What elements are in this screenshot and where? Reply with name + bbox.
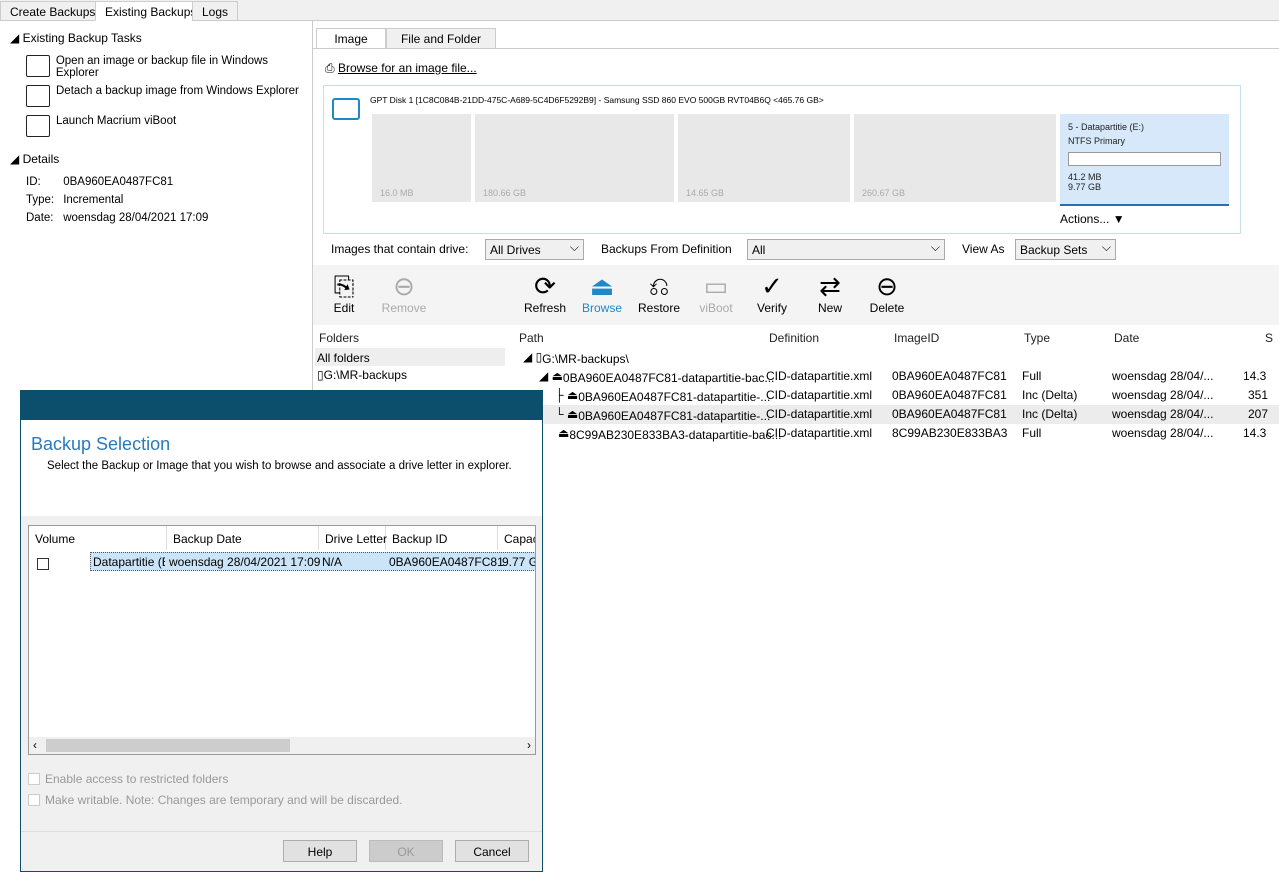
delete-icon: ⊖ (876, 271, 898, 301)
folder-mr-backups[interactable]: ▯G:\MR-backups (317, 368, 407, 382)
task-label: Detach a backup image from Windows Explo… (56, 85, 299, 97)
tree-root[interactable]: ◢ ▯ G:\MR-backups\ (515, 348, 1279, 367)
edit-button[interactable]: ⎘ Edit (316, 271, 372, 315)
backup-row[interactable]: Datapartitie (E:) woensdag 28/04/2021 17… (90, 552, 535, 571)
col-date[interactable]: Date (1114, 331, 1139, 345)
refresh-icon: ⟳ (534, 271, 556, 301)
backup-list: Volume Backup Date Drive Letter Backup I… (28, 525, 536, 755)
task-launch-viboot[interactable]: Launch Macrium viBoot (26, 115, 176, 137)
refresh-button[interactable]: ⟳ Refresh (517, 271, 573, 315)
restore-button[interactable]: ⎌ Restore (631, 271, 687, 315)
tasks-section[interactable]: ◢ Existing Backup Tasks (10, 31, 142, 45)
col-size[interactable]: S (1265, 331, 1273, 345)
actions-menu[interactable]: Actions... ▼ (1060, 212, 1125, 226)
details-section[interactable]: ◢ Details (10, 152, 59, 166)
make-writable-checkbox[interactable]: Make writable. Note: Changes are tempora… (28, 793, 403, 807)
col-imageid[interactable]: ImageID (894, 331, 939, 345)
browse-icon: ⏏ (589, 271, 615, 301)
dialog-title: Backup Selection (31, 434, 171, 454)
col-drive-letter[interactable]: Drive Letter (319, 526, 387, 550)
table-row[interactable]: ⏏ 8C99AB230E833BA3-datapartitie-bac... CID… (515, 424, 1279, 443)
view-as-label: View As (962, 242, 1005, 256)
viboot-button[interactable]: ▭ viBoot (688, 271, 744, 315)
tab-existing-backups[interactable]: Existing Backups (95, 1, 207, 21)
partition-selected[interactable]: 5 - Datapartitie (E:) NTFS Primary 41.2 … (1060, 114, 1229, 206)
disk-map: GPT Disk 1 [1C8C084B-21DD-475C-A689-5C4D… (323, 85, 1241, 234)
restricted-folders-checkbox[interactable]: Enable access to restricted folders (28, 772, 228, 786)
dialog-subtitle: Select the Backup or Image that you wish… (47, 460, 512, 472)
view-as-select[interactable]: Backup Sets (1015, 239, 1116, 260)
monitor-icon (26, 115, 50, 137)
disk-icon (332, 98, 360, 120)
usage-bar (1068, 152, 1221, 166)
help-button[interactable]: Help (283, 840, 357, 862)
verify-button[interactable]: ✓ Verify (744, 271, 800, 315)
top-tabs: Create Backups Existing Backups Logs (0, 0, 1279, 21)
new-button[interactable]: ⇄ New (802, 271, 858, 315)
remove-button[interactable]: ⊖ Remove (376, 271, 432, 315)
task-open-image[interactable]: Open an image or backup file in Windows … (26, 55, 312, 79)
task-detach-image[interactable]: Detach a backup image from Windows Explo… (26, 85, 299, 107)
remove-icon: ⊖ (393, 271, 415, 301)
details-title: Details (22, 152, 60, 166)
new-icon: ⇄ (819, 271, 841, 301)
drive-filter-select[interactable]: All Drives (485, 239, 584, 260)
drive-detach-icon (26, 85, 50, 107)
ok-button[interactable]: OK (369, 840, 443, 862)
table-row-selected[interactable]: └ ⏏ 0BA960EA0487FC81-datapartitie-... CID-… (515, 405, 1279, 424)
horizontal-scrollbar[interactable]: ‹ › (29, 737, 535, 754)
scrollbar-thumb[interactable] (46, 739, 290, 752)
tab-create-backups[interactable]: Create Backups (0, 1, 106, 21)
volume-checkbox[interactable] (37, 558, 49, 573)
backup-selection-dialog: Backup Selection Select the Backup or Im… (20, 390, 543, 872)
browse-button[interactable]: ⏏ Browse (574, 271, 630, 315)
toolbar: ⎘ Edit ⊖ Remove ⟳ Refresh ⏏ Browse ⎌ Restore … (313, 265, 1279, 325)
dialog-titlebar[interactable] (21, 391, 542, 420)
col-type[interactable]: Type (1024, 331, 1050, 345)
table-row[interactable]: ◢ ⏏ 0BA960EA0487FC81-datapartitie-bac... C… (515, 367, 1279, 386)
partition-4[interactable]: 260.67 GB (854, 114, 1056, 202)
col-path[interactable]: Path (519, 331, 544, 345)
detail-type: Type: Incremental (26, 194, 124, 206)
col-backup-id[interactable]: Backup ID (386, 526, 498, 550)
col-folders[interactable]: Folders (319, 331, 359, 345)
definition-filter-select[interactable]: All (747, 239, 945, 260)
table-row[interactable]: ├ ⏏ 0BA960EA0487FC81-datapartitie-... CID-… (515, 386, 1279, 405)
partition-3[interactable]: 14.65 GB (678, 114, 850, 202)
task-label: Launch Macrium viBoot (56, 115, 177, 127)
folder-all[interactable]: All folders (315, 348, 505, 366)
detail-date: Date: woensdag 28/04/2021 17:09 (26, 212, 209, 224)
delete-button[interactable]: ⊖ Delete (859, 271, 915, 315)
drive-open-icon (26, 55, 50, 77)
task-label: Open an image or backup file in Windows … (55, 55, 269, 79)
col-backup-date[interactable]: Backup Date (167, 526, 319, 550)
browse-icon: ⎙ (325, 61, 335, 75)
browse-image-link[interactable]: ⎙ Browse for an image file... (325, 61, 477, 76)
tasks-title: Existing Backup Tasks (22, 31, 142, 45)
definition-filter-label: Backups From Definition (601, 242, 732, 256)
verify-icon: ✓ (761, 271, 783, 301)
cancel-button[interactable]: Cancel (455, 840, 529, 862)
edit-icon: ⎘ (333, 271, 355, 301)
viboot-icon: ▭ (703, 271, 729, 301)
partition-2[interactable]: 180.66 GB (475, 114, 674, 202)
col-volume[interactable]: Volume (29, 526, 167, 550)
tab-file-folder[interactable]: File and Folder (386, 28, 496, 49)
restore-icon: ⎌ (648, 271, 670, 301)
disk-title: GPT Disk 1 [1C8C084B-21DD-475C-A689-5C4D… (370, 95, 824, 105)
partition-1[interactable]: 16.0 MB (372, 114, 471, 202)
tab-image[interactable]: Image (316, 28, 386, 49)
drive-filter-label: Images that contain drive: (331, 242, 469, 256)
tab-logs[interactable]: Logs (192, 1, 239, 21)
detail-id: ID: 0BA960EA0487FC81 (26, 176, 174, 188)
col-definition[interactable]: Definition (769, 331, 819, 345)
col-capacity[interactable]: Capac (498, 526, 535, 550)
